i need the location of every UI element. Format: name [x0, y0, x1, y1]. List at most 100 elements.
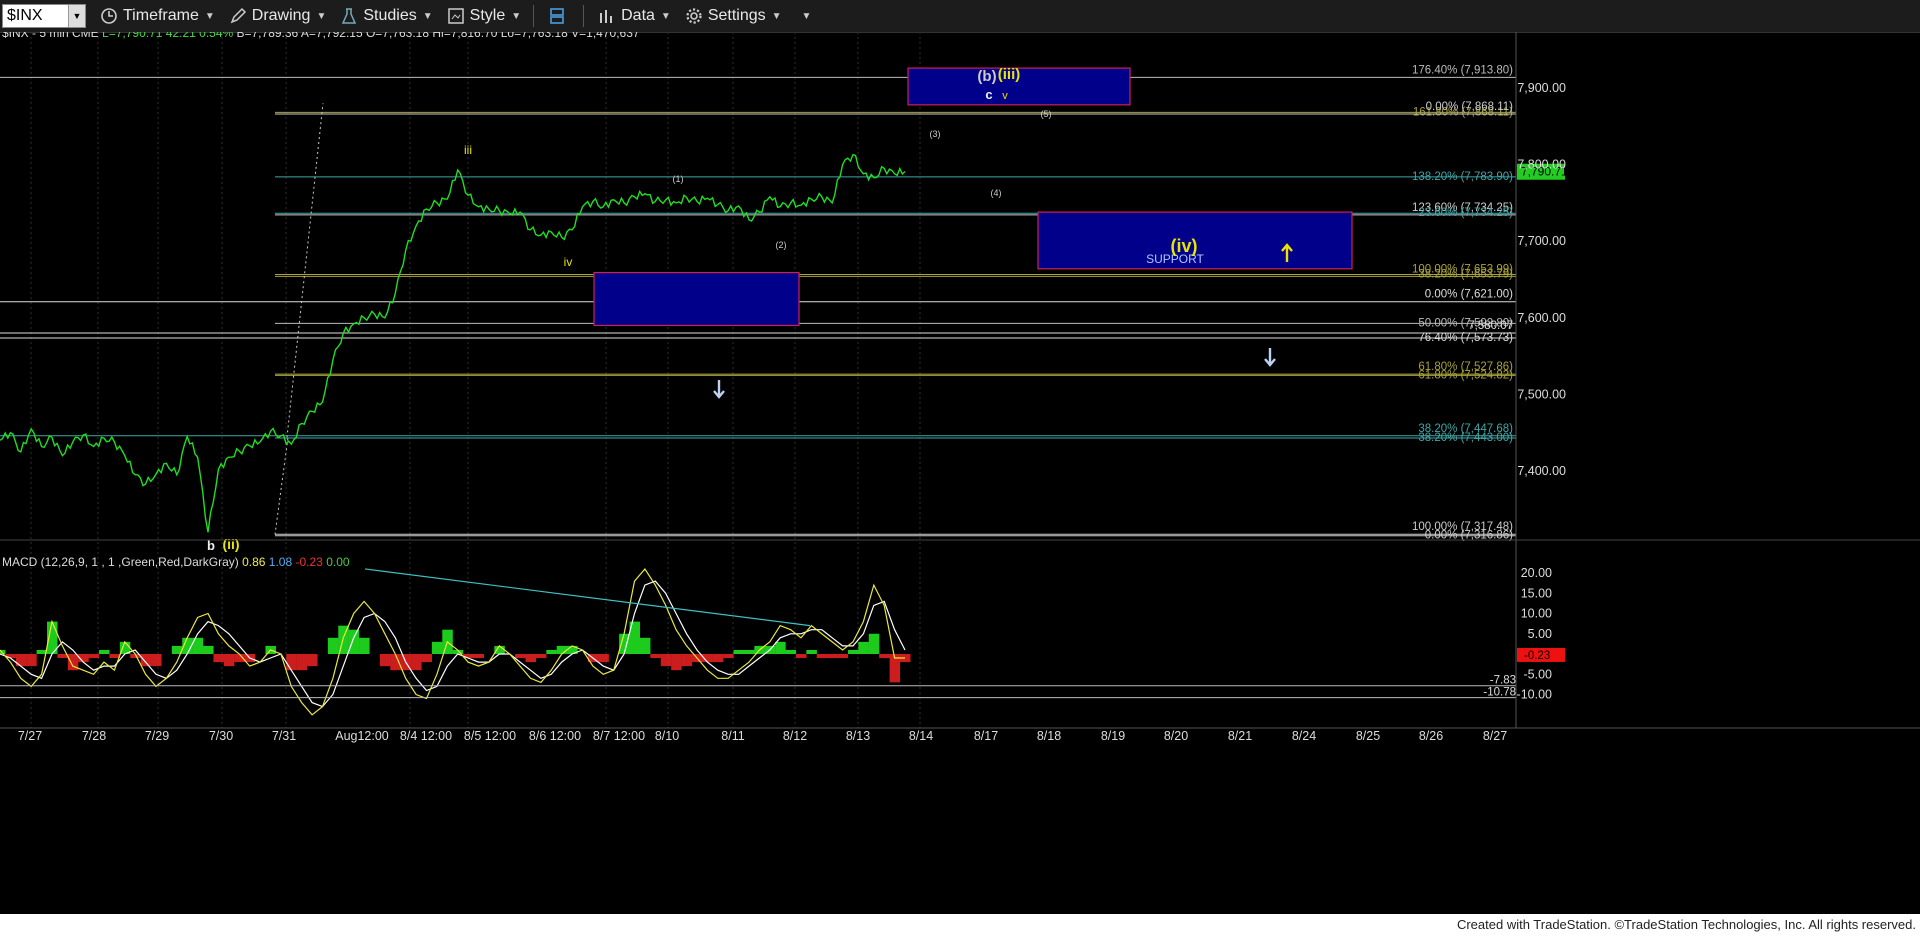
bar-chart-icon: [600, 10, 613, 23]
x-tick-label: 7/29: [145, 729, 169, 743]
fib-label: 23.60% (7,734.25): [1418, 207, 1513, 219]
macd-y-tick-label: -5.00: [1524, 667, 1553, 681]
chevron-down-icon: ▼: [771, 10, 782, 22]
macd-header-value: -0.23: [296, 555, 327, 569]
wave-label: (b): [977, 68, 996, 85]
histogram-bar: [109, 654, 120, 659]
x-tick-label: 8/6 12:00: [529, 729, 581, 743]
wave-label: (1): [673, 174, 684, 184]
x-tick-label: 8/4 12:00: [400, 729, 452, 743]
symbol-header: $INX - 5 min CME L=7,790.71 42.21 0.54% …: [2, 32, 640, 40]
symbol-value: $INX: [7, 7, 43, 24]
y-tick-label: 7,500.00: [1517, 387, 1566, 401]
gear-icon: [686, 8, 702, 24]
symbol-selector[interactable]: $INX ▼: [2, 4, 86, 28]
toolbar-divider: [583, 5, 585, 27]
footer: Created with TradeStation. ©TradeStation…: [0, 914, 1920, 936]
clock-icon: [101, 8, 117, 24]
data-label: Data: [621, 7, 655, 24]
symbol-dropdown-arrow[interactable]: ▼: [68, 5, 85, 27]
studies-menu[interactable]: Studies ▼: [340, 7, 433, 25]
y-tick-label: 7,700.00: [1517, 234, 1566, 248]
style-label: Style: [469, 7, 506, 24]
histogram-bar: [827, 654, 838, 659]
fib-label: 38.20% (7,443.00): [1418, 432, 1513, 444]
x-tick-label: 8/12: [783, 729, 807, 743]
histogram-bar: [806, 649, 817, 654]
macd-y-tick-label: 15.00: [1521, 586, 1552, 600]
layout-button[interactable]: [548, 7, 571, 25]
drawing-menu[interactable]: Drawing ▼: [229, 7, 326, 25]
histogram-bar: [816, 654, 828, 659]
macd-value-label: -0.23: [1524, 650, 1550, 662]
settings-menu[interactable]: Settings ▼: [685, 7, 782, 25]
header-value: B=7,789.36: [237, 32, 301, 40]
histogram-bar: [598, 654, 609, 663]
style-icon: [447, 8, 464, 24]
wave-label: (ii): [222, 536, 239, 552]
divergence-trendline: [364, 568, 811, 627]
histogram-bar: [327, 637, 339, 654]
header-value: 42.21: [166, 32, 199, 40]
macd-title: MACD (12,26,9, 1 , 1 ,Green,Red,DarkGray…: [2, 555, 242, 569]
trend-line: [286, 103, 324, 438]
wave-label: (3): [930, 129, 941, 139]
y-tick-label: 7,800.00: [1517, 158, 1566, 172]
x-tick-label: 8/21: [1228, 729, 1252, 743]
header-value: V=1,470,637: [571, 32, 640, 40]
histogram-bar: [223, 654, 235, 667]
histogram-bar: [712, 654, 724, 663]
timeframe-label: Timeframe: [123, 7, 199, 24]
wave-label: iv: [564, 255, 573, 269]
settings-label: Settings: [707, 7, 766, 24]
histogram-bar: [775, 641, 786, 654]
flask-icon: [342, 8, 357, 24]
grid: [30, 32, 921, 728]
wave-label: (5): [1041, 109, 1052, 119]
chevron-down-icon: ▼: [801, 10, 812, 22]
x-tick-label: 8/17: [974, 729, 998, 743]
histogram-bar: [473, 654, 485, 659]
data-menu[interactable]: Data ▼: [598, 7, 671, 25]
wave-label: iii: [464, 143, 472, 157]
fib-label: 76.40% (7,573.73): [1418, 332, 1513, 344]
fib-label: 0.00% (7,621.00): [1425, 289, 1513, 301]
fib-label: 61.80% (7,524.82): [1418, 369, 1513, 381]
style-menu[interactable]: Style ▼: [447, 7, 521, 25]
histogram-bar: [15, 654, 27, 667]
histogram-bar: [99, 649, 110, 654]
fib-label: 7,580.07: [1468, 320, 1513, 332]
histogram-bar: [379, 654, 391, 667]
macd-y-tick-label: 10.00: [1521, 607, 1552, 621]
studies-label: Studies: [363, 7, 417, 24]
histogram-bar: [296, 654, 308, 671]
histogram-bar: [421, 654, 432, 663]
more-menu[interactable]: ▼: [796, 11, 812, 22]
macd-y-tick-label: -10.00: [1517, 688, 1552, 702]
chart-area[interactable]: 176.40% (7,913.80)161.80% (7,868.11)0.00…: [0, 32, 1920, 914]
x-tick-label: 8/24: [1292, 729, 1316, 743]
fib-label: 138.20% (7,783.90): [1412, 171, 1513, 183]
target-zones: SUPPORT: [593, 67, 1353, 327]
down-arrow-icon: [1264, 348, 1276, 367]
x-tick-label: 8/27: [1483, 729, 1507, 743]
histogram-bar: [411, 654, 422, 671]
histogram-bar: [733, 649, 745, 654]
macd-level-label: -7.83: [1490, 675, 1516, 687]
histogram-bar: [556, 645, 568, 654]
histogram-bar: [681, 654, 693, 667]
histogram-bar: [795, 654, 807, 659]
timeframe-menu[interactable]: Timeframe ▼: [100, 7, 215, 25]
chevron-down-icon: ▼: [422, 10, 433, 22]
header-value: Lo=7,763.18: [501, 32, 571, 40]
y-tick-label: 7,600.00: [1517, 311, 1566, 325]
x-tick-label: 7/30: [209, 729, 233, 743]
macd-panel: [0, 568, 1516, 716]
macd-header-value: 0.00: [326, 555, 350, 569]
chevron-down-icon: ▼: [511, 10, 522, 22]
y-tick-label: 7,900.00: [1517, 81, 1566, 95]
histogram-bar: [879, 654, 890, 659]
x-tick-label: 8/11: [721, 729, 744, 743]
x-tick-label: 8/26: [1419, 729, 1443, 743]
down-arrow-icon: [713, 380, 725, 399]
